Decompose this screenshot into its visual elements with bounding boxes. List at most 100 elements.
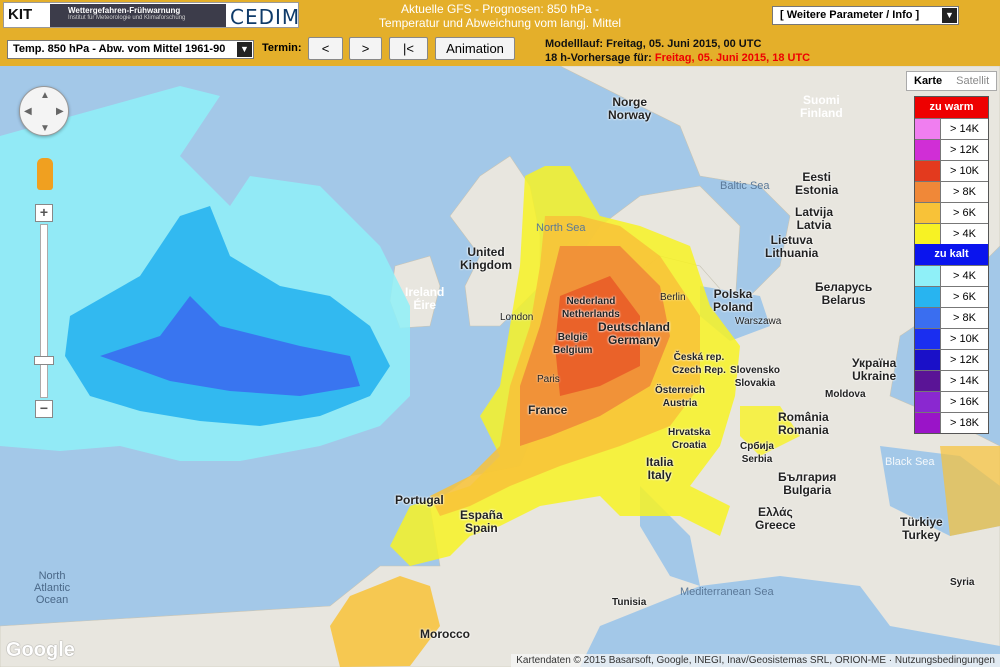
map-type-satellite-button[interactable]: Satellit [949, 72, 996, 90]
city-label: Paris [537, 374, 560, 385]
sea-label: Mediterranean Sea [680, 586, 774, 598]
country-label: Србија Serbia [740, 441, 774, 465]
country-label: France [528, 403, 568, 417]
city-label: Berlin [660, 292, 686, 303]
google-logo[interactable]: Google [6, 639, 75, 662]
legend-row: > 16K [915, 391, 988, 412]
legend-row: > 4K [915, 265, 988, 286]
country-label: Україна Ukraine [852, 356, 897, 383]
title-line-2: Temperatur und Abweichung vom langj. Mit… [378, 16, 622, 30]
legend-warm-rows: > 14K > 12K > 10K > 8K > 6K > 4K [915, 118, 988, 244]
legend-swatch [915, 287, 941, 307]
legend: zu warm > 14K > 12K > 10K > 8K > 6K > 4K zu k… [914, 96, 989, 434]
legend-row: > 14K [915, 118, 988, 139]
more-parameters-select[interactable]: [ Weitere Parameter / Info ] ▼ [772, 6, 959, 25]
country-label: Nederland Netherlands [562, 296, 620, 320]
pan-left-icon[interactable]: ◀ [24, 106, 32, 117]
country-label: România Romania [778, 410, 829, 437]
legend-label: > 6K [953, 207, 976, 219]
legend-swatch [915, 413, 941, 433]
city-label: London [500, 312, 534, 323]
legend-row: > 10K [915, 328, 988, 349]
country-label: Portugal [395, 493, 444, 507]
zoom-slider-handle[interactable] [34, 356, 54, 365]
legend-swatch [915, 140, 941, 160]
zoom-slider-track[interactable] [40, 224, 48, 398]
more-parameters-value: [ Weitere Parameter / Info ] [780, 9, 920, 21]
legend-label: > 6K [953, 291, 976, 303]
legend-row: > 18K [915, 412, 988, 433]
country-label: Österreich Austria [655, 385, 706, 409]
map-type-map-button[interactable]: Karte [907, 72, 949, 90]
logo-strip: KIT Wettergefahren-Frühwarnung Institut … [3, 2, 300, 29]
legend-row: > 4K [915, 223, 988, 244]
country-label: Беларусь Belarus [815, 280, 873, 307]
legend-row: > 8K [915, 307, 988, 328]
country-label: Eesti Estonia [795, 170, 839, 197]
legend-label: > 18K [949, 417, 980, 429]
legend-swatch [915, 329, 941, 349]
title-line-1: Aktuelle GFS - Prognosen: 850 hPa - [400, 2, 600, 16]
country-label: Moldova [825, 389, 866, 400]
legend-swatch [915, 182, 941, 202]
legend-swatch [915, 308, 941, 328]
country-label: Morocco [420, 627, 471, 641]
legend-label: > 12K [949, 144, 980, 156]
legend-swatch [915, 266, 941, 286]
legend-swatch [915, 119, 941, 139]
legend-label: > 4K [953, 270, 976, 282]
legend-label: > 8K [953, 186, 976, 198]
first-button[interactable]: |< [389, 37, 428, 60]
country-label: España Spain [460, 508, 503, 535]
country-label: Ireland Éire [405, 285, 445, 312]
country-label: Norge Norway [608, 95, 652, 122]
legend-row: > 14K [915, 370, 988, 391]
kit-logo[interactable]: KIT [8, 6, 32, 23]
country-label: Italia Italy [646, 455, 674, 482]
country-label: България Bulgaria [778, 470, 837, 497]
top-toolbar: KIT Wettergefahren-Frühwarnung Institut … [0, 0, 1000, 66]
legend-row: > 12K [915, 349, 988, 370]
page-title: Aktuelle GFS - Prognosen: 850 hPa - Temp… [330, 2, 670, 30]
legend-swatch [915, 161, 941, 181]
country-label: Polska Poland [713, 287, 754, 314]
legend-swatch [915, 371, 941, 391]
pegman-icon[interactable] [37, 158, 53, 190]
pan-right-icon[interactable]: ▶ [56, 106, 64, 117]
pan-control[interactable]: ▲ ▼ ◀ ▶ [19, 86, 69, 136]
country-label: Syria [950, 577, 975, 588]
warning-logo-title: Wettergefahren-Frühwarnung [68, 6, 181, 15]
legend-row: > 8K [915, 181, 988, 202]
country-label: United Kingdom [460, 245, 512, 272]
legend-swatch [915, 203, 941, 223]
sea-label: North Sea [536, 222, 586, 234]
parameter-select[interactable]: Temp. 850 hPa - Abw. vom Mittel 1961-90 … [7, 40, 254, 59]
legend-swatch [915, 392, 941, 412]
sea-label: Baltic Sea [720, 180, 770, 192]
legend-row: > 6K [915, 286, 988, 307]
legend-warm-header: zu warm [915, 97, 988, 118]
zoom-in-button[interactable]: + [35, 204, 53, 222]
legend-row: > 6K [915, 202, 988, 223]
zoom-out-button[interactable]: − [35, 400, 53, 418]
chevron-down-icon: ▼ [237, 42, 252, 57]
parameter-select-value: Temp. 850 hPa - Abw. vom Mittel 1961-90 [13, 43, 226, 55]
legend-label: > 14K [949, 123, 980, 135]
next-button[interactable]: > [349, 37, 382, 60]
prev-button[interactable]: < [308, 37, 343, 60]
sea-label: North Atlantic Ocean [34, 570, 71, 606]
map-attribution[interactable]: Kartendaten © 2015 Basarsoft, Google, IN… [511, 654, 1000, 667]
sea-label: Black Sea [885, 456, 935, 468]
pan-down-icon[interactable]: ▼ [40, 123, 50, 134]
city-label: Warszawa [735, 316, 782, 327]
country-label: Suomi Finland [800, 93, 843, 120]
legend-row: > 12K [915, 139, 988, 160]
forecast-value: Freitag, 05. Juni 2015, 18 UTC [654, 52, 811, 64]
animation-button[interactable]: Animation [435, 37, 515, 60]
cedim-logo[interactable]: CEDIM [230, 5, 300, 29]
warning-logo[interactable]: Wettergefahren-Frühwarnung Institut für … [50, 4, 226, 27]
pan-up-icon[interactable]: ▲ [40, 90, 50, 101]
country-label: Deutschland Germany [598, 320, 671, 347]
map-type-control: Karte Satellit [906, 71, 998, 91]
map-canvas[interactable]: Norge Norway Suomi Finland Eesti Estonia… [0, 66, 1000, 667]
